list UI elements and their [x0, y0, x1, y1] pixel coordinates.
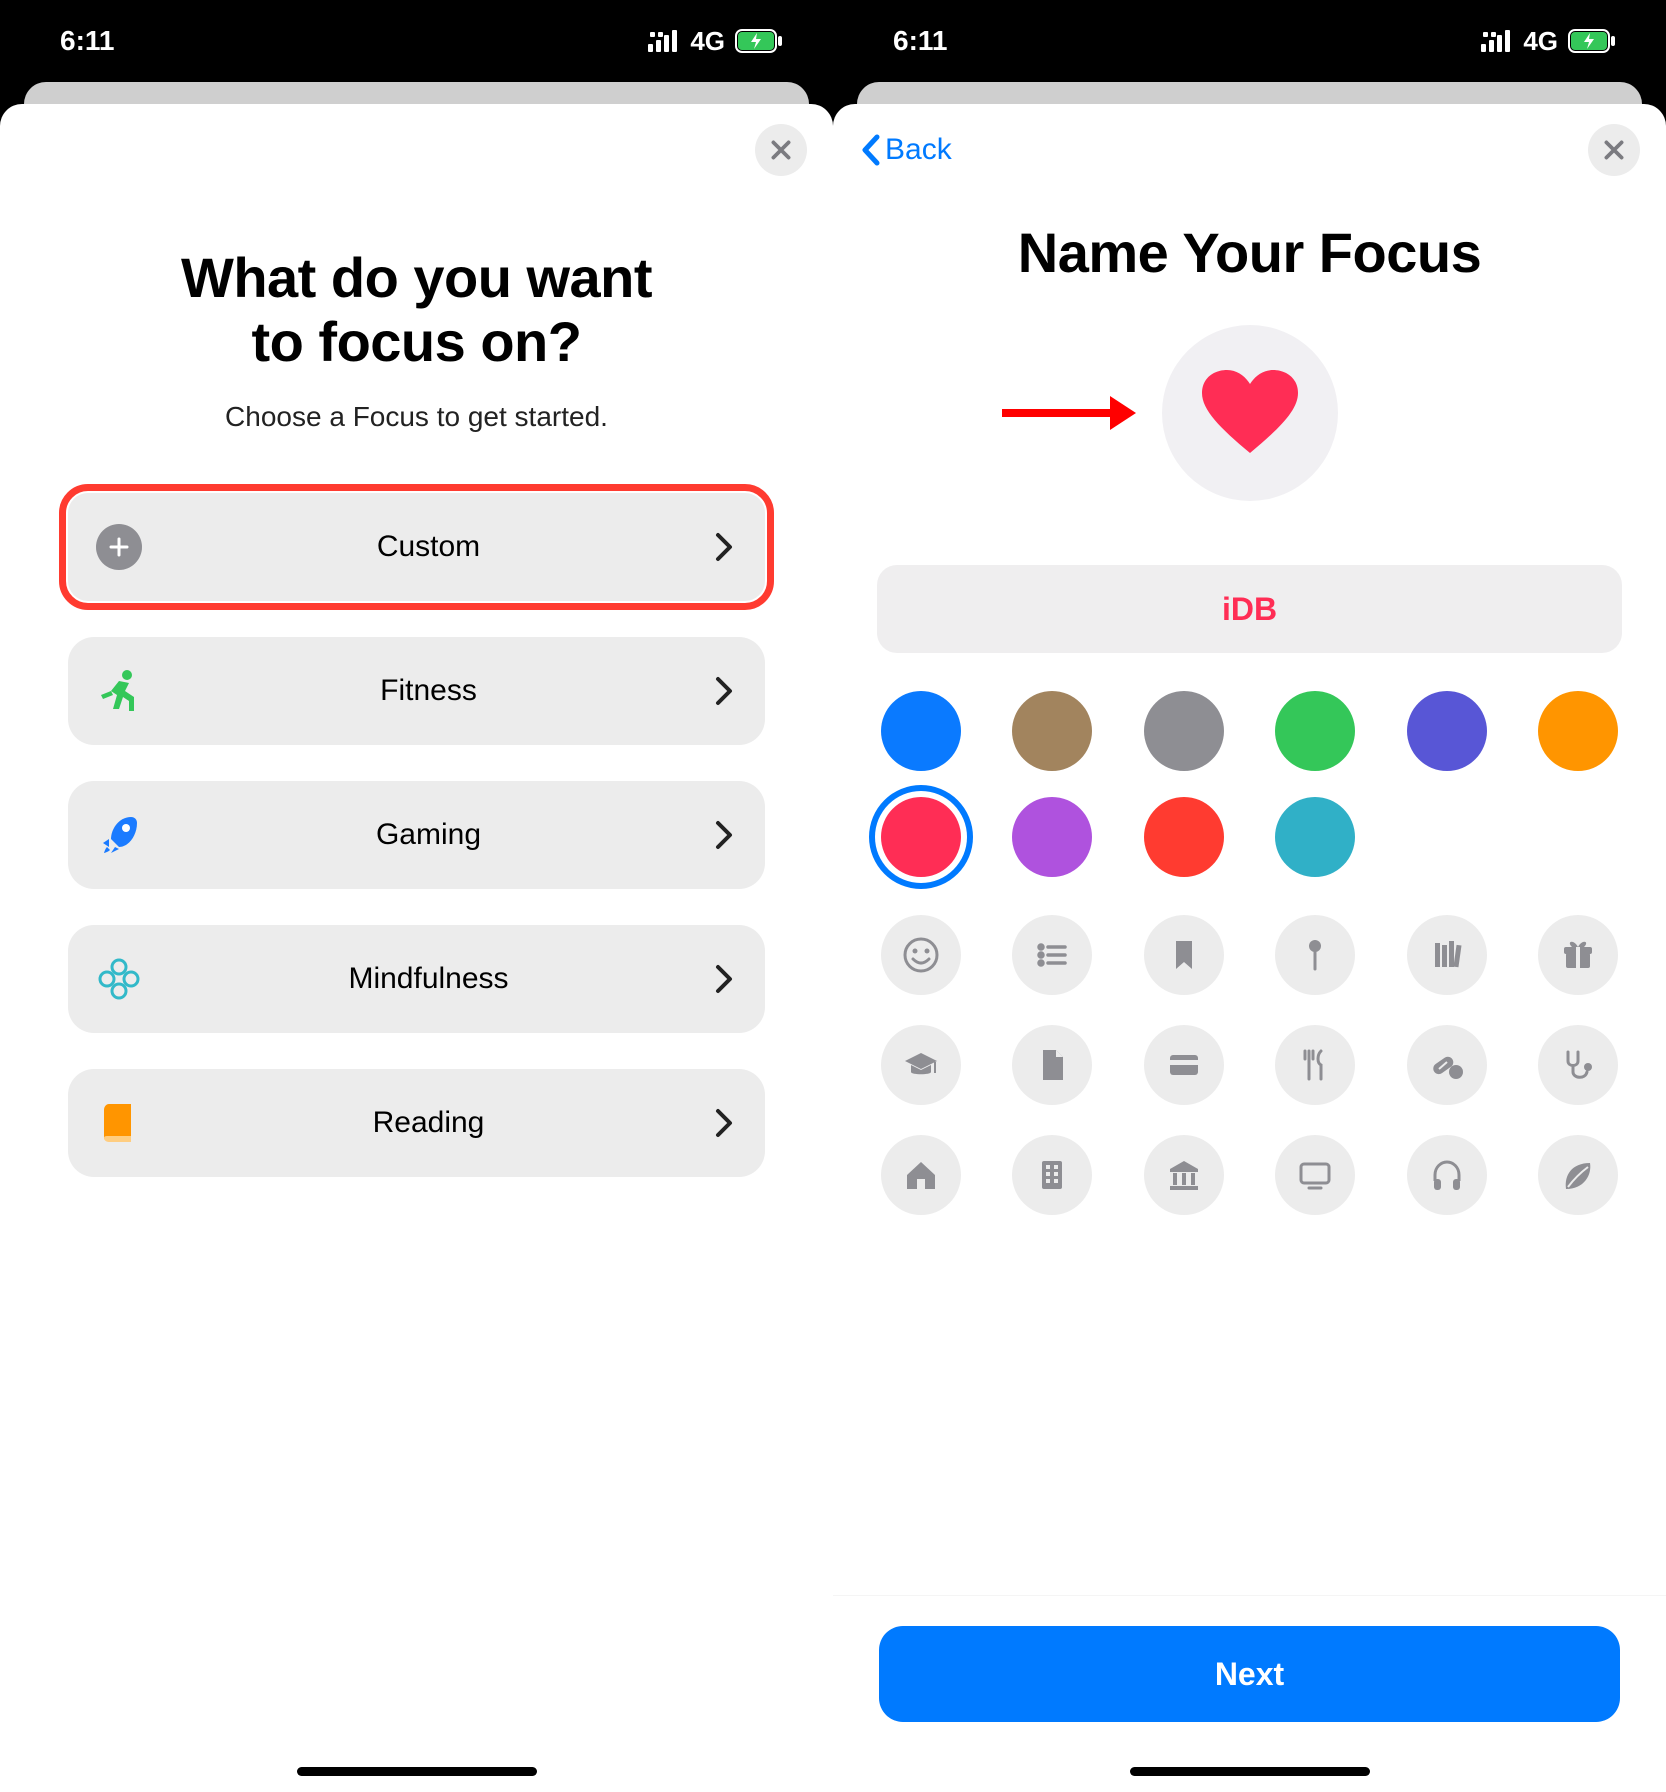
glyph-display-icon[interactable]: [1275, 1135, 1355, 1215]
focus-name-value: iDB: [1222, 591, 1277, 628]
signal-icon: [1481, 30, 1513, 52]
network-label: 4G: [1523, 26, 1558, 57]
color-swatch-blue[interactable]: [881, 691, 961, 771]
focus-option-label: Custom: [142, 530, 715, 564]
rocket-icon: [96, 813, 142, 857]
signal-icon: [648, 30, 680, 52]
close-button[interactable]: [755, 124, 807, 176]
page-title: What do you want to focus on?: [0, 186, 833, 383]
sheet-background-peek: [24, 82, 809, 104]
next-label: Next: [1215, 1656, 1284, 1693]
glyph-pills-icon[interactable]: [1407, 1025, 1487, 1105]
focus-option-label: Reading: [142, 1106, 715, 1140]
home-indicator[interactable]: [1130, 1767, 1370, 1776]
glyph-card-icon[interactable]: [1144, 1025, 1224, 1105]
status-bar: 6:11 4G: [0, 0, 833, 82]
battery-charging-icon: [1568, 29, 1616, 53]
page-subtitle: Choose a Focus to get started.: [0, 383, 833, 493]
color-swatch-pink[interactable]: [881, 797, 961, 877]
next-button[interactable]: Next: [879, 1626, 1620, 1722]
chevron-right-icon: [715, 1108, 737, 1138]
glyph-house-icon[interactable]: [881, 1135, 961, 1215]
screen-name-focus: 6:11 4G Back Name Your Focus: [833, 0, 1666, 1792]
glyph-list-icon[interactable]: [1012, 915, 1092, 995]
page-title: Name Your Focus: [833, 186, 1666, 295]
status-indicators: 4G: [1481, 26, 1616, 57]
glyph-bookmark-icon[interactable]: [1144, 915, 1224, 995]
chevron-right-icon: [715, 676, 737, 706]
modal-sheet: What do you want to focus on? Choose a F…: [0, 104, 833, 1792]
color-swatch-brown[interactable]: [1012, 691, 1092, 771]
status-time: 6:11: [60, 25, 115, 57]
glyph-grad-cap-icon[interactable]: [881, 1025, 961, 1105]
arrow-annotation-icon: [998, 388, 1138, 438]
sheet-background-peek: [857, 82, 1642, 104]
status-time: 6:11: [893, 25, 948, 57]
focus-option-reading[interactable]: Reading: [68, 1069, 765, 1177]
close-icon: [1601, 137, 1627, 163]
glyph-gift-icon[interactable]: [1538, 915, 1618, 995]
glyph-fork-knife-icon[interactable]: [1275, 1025, 1355, 1105]
focus-option-mindfulness[interactable]: Mindfulness: [68, 925, 765, 1033]
color-swatch-gray[interactable]: [1144, 691, 1224, 771]
glyph-picker: [833, 877, 1666, 1215]
color-picker: [833, 653, 1666, 877]
close-icon: [768, 137, 794, 163]
glyph-books-icon[interactable]: [1407, 915, 1487, 995]
color-swatch-indigo[interactable]: [1407, 691, 1487, 771]
chevron-right-icon: [715, 820, 737, 850]
back-label: Back: [885, 133, 952, 167]
focus-option-gaming[interactable]: Gaming: [68, 781, 765, 889]
focus-option-label: Mindfulness: [142, 962, 715, 996]
battery-charging-icon: [735, 29, 783, 53]
chevron-right-icon: [715, 964, 737, 994]
close-button[interactable]: [1588, 124, 1640, 176]
heart-icon: [1200, 368, 1300, 458]
color-swatch-purple[interactable]: [1012, 797, 1092, 877]
status-indicators: 4G: [648, 26, 783, 57]
focus-options-list: Custom Fitness Gaming Mindfulness: [0, 493, 833, 1177]
glyph-leaf-icon[interactable]: [1538, 1135, 1618, 1215]
glyph-document-icon[interactable]: [1012, 1025, 1092, 1105]
focus-icon-preview[interactable]: [1162, 325, 1338, 501]
focus-option-label: Fitness: [142, 674, 715, 708]
back-button[interactable]: Back: [859, 133, 952, 167]
glyph-stethoscope-icon[interactable]: [1538, 1025, 1618, 1105]
color-swatch-green[interactable]: [1275, 691, 1355, 771]
glyph-headphones-icon[interactable]: [1407, 1135, 1487, 1215]
bottom-action-bar: Next: [833, 1596, 1666, 1792]
focus-option-label: Gaming: [142, 818, 715, 852]
network-label: 4G: [690, 26, 725, 57]
color-swatch-teal[interactable]: [1275, 797, 1355, 877]
flower-icon: [96, 957, 142, 1001]
focus-name-input[interactable]: iDB: [877, 565, 1622, 653]
focus-option-custom[interactable]: Custom: [68, 493, 765, 601]
focus-option-fitness[interactable]: Fitness: [68, 637, 765, 745]
book-icon: [96, 1102, 142, 1144]
chevron-right-icon: [715, 532, 737, 562]
color-swatch-orange[interactable]: [1538, 691, 1618, 771]
glyph-building-icon[interactable]: [1012, 1135, 1092, 1215]
glyph-smile-icon[interactable]: [881, 915, 961, 995]
home-indicator[interactable]: [297, 1767, 537, 1776]
glyph-bank-icon[interactable]: [1144, 1135, 1224, 1215]
glyph-pin-icon[interactable]: [1275, 915, 1355, 995]
running-icon: [96, 669, 142, 713]
plus-circle-icon: [96, 524, 142, 570]
color-swatch-red[interactable]: [1144, 797, 1224, 877]
modal-sheet: Back Name Your Focus iDB: [833, 104, 1666, 1792]
status-bar: 6:11 4G: [833, 0, 1666, 82]
screen-choose-focus: 6:11 4G What do you want to focus on? Ch…: [0, 0, 833, 1792]
chevron-left-icon: [859, 133, 881, 167]
